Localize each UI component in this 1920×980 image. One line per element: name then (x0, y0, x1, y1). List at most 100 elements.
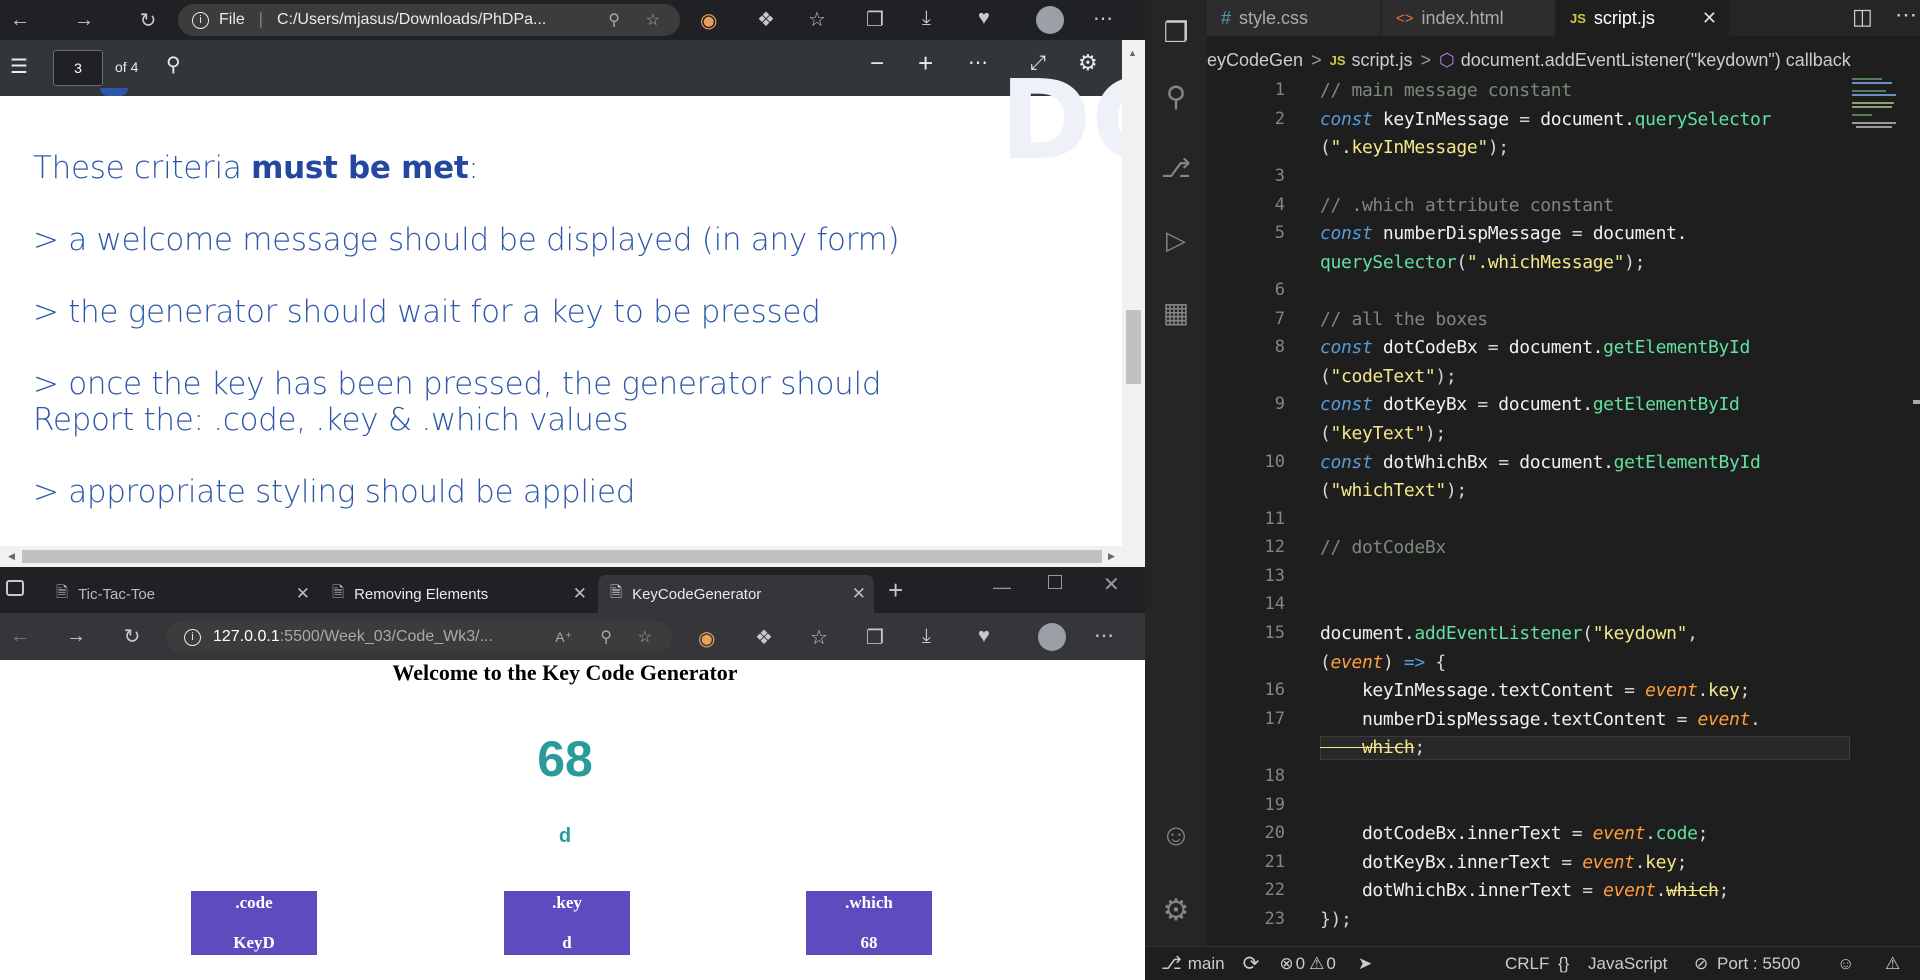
code-token: event (1592, 823, 1646, 844)
code-token: ); (1445, 480, 1467, 501)
new-tab-button[interactable]: + (888, 575, 903, 606)
code-token: = (1519, 109, 1541, 130)
line-number: 1 (1274, 80, 1285, 100)
downloads-icon[interactable]: ⤓ (922, 625, 931, 648)
feedback-icon[interactable]: ☺ (1837, 954, 1854, 974)
line-number: 17 (1264, 709, 1285, 729)
code-token: ( (1320, 137, 1331, 158)
scroll-right-arrow[interactable]: ▶ (1108, 551, 1115, 562)
close-tab-icon[interactable]: ✕ (573, 584, 587, 604)
search-icon[interactable]: ⚲ (166, 52, 181, 77)
code-token: document. (1540, 109, 1635, 130)
code-token: "keyText" (1330, 423, 1426, 444)
tab-removing-elements[interactable]: 🗎 Removing Elements ✕ (320, 575, 595, 613)
refresh-button[interactable]: ↻ (128, 0, 168, 40)
error-count[interactable]: 0 (1296, 954, 1305, 974)
eol-indicator[interactable]: CRLF (1505, 954, 1549, 974)
favorite-add-icon[interactable]: ☆ (638, 627, 652, 647)
warning-count[interactable]: 0 (1326, 954, 1335, 974)
address-bar[interactable]: i File | C:/Users/mjasus/Downloads/PhDPa… (178, 4, 680, 36)
more-menu-icon[interactable]: ⋯ (1093, 6, 1113, 31)
collections-icon[interactable]: ❐ (866, 625, 884, 650)
more-menu-icon[interactable]: ⋯ (1094, 623, 1114, 648)
health-icon[interactable]: ♥ (978, 7, 990, 30)
code-token: event (1330, 652, 1384, 673)
close-tab-icon[interactable]: ✕ (1702, 8, 1717, 29)
contents-list-icon[interactable]: ☰ (10, 54, 28, 79)
code-token: ); (1624, 252, 1646, 273)
back-button[interactable]: ← (0, 617, 40, 657)
breadcrumb-symbol[interactable]: document.addEventListener("keydown") cal… (1461, 50, 1851, 71)
forward-button[interactable]: → (64, 0, 104, 40)
code-token: . (1749, 709, 1761, 730)
health-icon[interactable]: ♥ (978, 625, 990, 648)
code-token: keyInMessage (1372, 109, 1520, 130)
minimap[interactable] (1850, 76, 1900, 146)
forward-button[interactable]: → (56, 617, 96, 657)
breadcrumb-file[interactable]: script.js (1352, 50, 1413, 71)
browser-toolbar: ← → ↻ i File | C:/Users/mjasus/Downloads… (0, 0, 1145, 40)
code-token: dotKeyBx.innerText (1320, 852, 1562, 873)
split-editor-icon[interactable]: ◫ (1852, 4, 1873, 30)
scrollbar-thumb[interactable] (1126, 310, 1141, 384)
profile-avatar[interactable] (1038, 623, 1066, 651)
explorer-icon[interactable]: ❐ (1145, 0, 1207, 64)
tab-tic-tac-toe[interactable]: 🗎 Tic-Tac-Toe ✕ (44, 575, 318, 613)
tab-actions-icon[interactable] (6, 580, 24, 596)
close-window-button[interactable]: ✕ (1103, 572, 1120, 597)
collections-icon[interactable]: ❐ (866, 7, 884, 32)
zoom-icon[interactable]: ⚲ (608, 10, 620, 30)
maximize-button[interactable] (1048, 575, 1062, 589)
extensions-icon[interactable]: ❖ (755, 625, 773, 650)
error-icon: ⊗ (1279, 953, 1294, 973)
box-label: .which (845, 893, 893, 912)
read-aloud-icon[interactable]: A⁺ (555, 629, 572, 646)
pdf-browser-window: ← → ↻ i File | C:/Users/mjasus/Downloads… (0, 0, 1145, 567)
tab-keycodegenerator[interactable]: 🗎 KeyCodeGenerator ✕ (598, 575, 874, 613)
breadcrumb-folder[interactable]: eyCodeGen (1207, 50, 1303, 71)
address-bar[interactable]: i 127.0.0.1:5500/Week_03/Code_Wk3/... A⁺… (166, 621, 672, 653)
line-number: 5 (1274, 223, 1285, 243)
refresh-button[interactable]: ↻ (112, 617, 152, 657)
horizontal-scrollbar-thumb[interactable] (22, 550, 1102, 563)
page-number-input[interactable]: 3 (53, 50, 103, 86)
extension-owl-icon[interactable]: ◉ (700, 8, 717, 33)
language-mode[interactable]: JavaScript (1588, 954, 1667, 974)
favorite-add-icon[interactable]: ☆ (646, 10, 660, 30)
sync-icon[interactable]: ⟳ (1243, 951, 1260, 976)
close-tab-icon[interactable]: ✕ (852, 584, 866, 604)
tab-style-css[interactable]: # style.css (1207, 0, 1381, 36)
live-server-port[interactable]: Port : 5500 (1717, 954, 1800, 974)
favorites-icon[interactable]: ☆ (808, 7, 826, 32)
horizontal-scrollbar[interactable]: ◀ ▶ (0, 546, 1122, 567)
address-divider: | (258, 11, 263, 28)
downloads-icon[interactable]: ⤓ (922, 7, 931, 30)
code-token: // .which attribute constant (1320, 195, 1614, 216)
line-number: 10 (1264, 452, 1285, 472)
zoom-in-icon[interactable]: + (918, 48, 933, 79)
scroll-left-arrow[interactable]: ◀ (8, 551, 15, 562)
profile-avatar[interactable] (1036, 6, 1064, 34)
more-options-icon[interactable]: ⋯ (968, 50, 988, 75)
tab-script-js[interactable]: JS script.js ✕ (1556, 0, 1730, 36)
extensions-icon[interactable]: ❖ (757, 7, 775, 32)
notifications-bell-icon[interactable]: ⚠ (1885, 954, 1900, 974)
scroll-up-arrow[interactable]: ▲ (1128, 48, 1137, 58)
code-token: const (1320, 223, 1373, 244)
zoom-icon[interactable]: ⚲ (600, 627, 612, 647)
tab-label: KeyCodeGenerator (632, 585, 762, 603)
minimize-button[interactable]: — (993, 577, 1011, 598)
extension-owl-icon[interactable]: ◉ (698, 626, 715, 651)
close-tab-icon[interactable]: ✕ (296, 584, 310, 604)
vertical-scrollbar[interactable]: ▲ (1122, 40, 1145, 567)
favorites-icon[interactable]: ☆ (810, 625, 828, 650)
tab-index-html[interactable]: <> index.html (1382, 0, 1555, 36)
more-actions-icon[interactable]: ⋯ (1895, 2, 1917, 28)
code-token: keyInMessage.textContent (1320, 680, 1625, 701)
zoom-out-icon[interactable]: − (870, 50, 884, 78)
live-share-icon[interactable]: ➤ (1358, 954, 1372, 974)
back-button[interactable]: ← (0, 0, 40, 40)
code-token: event (1697, 709, 1751, 730)
branch-name[interactable]: main (1188, 954, 1225, 974)
pdf-page: DC These criteria must be met: > a welco… (0, 56, 1145, 546)
